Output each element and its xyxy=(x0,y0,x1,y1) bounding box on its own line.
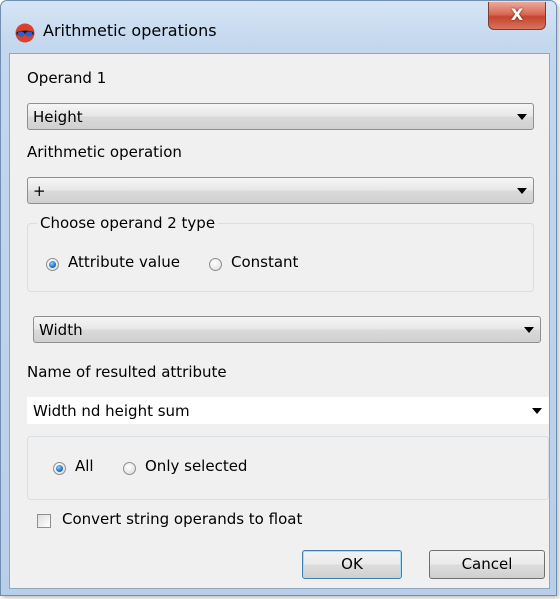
operation-select[interactable]: + xyxy=(27,177,534,204)
operand2-type-group: Choose operand 2 type Attribute value Co… xyxy=(27,214,534,292)
operand1-select[interactable]: Height xyxy=(27,103,534,130)
operand2-value: Width xyxy=(39,321,83,339)
operand1-value: Height xyxy=(33,108,83,126)
constant-radio[interactable] xyxy=(209,258,222,271)
chevron-down-icon[interactable] xyxy=(532,408,542,414)
attribute-value-label[interactable]: Attribute value xyxy=(68,253,180,271)
operation-label: Arithmetic operation xyxy=(27,143,182,161)
result-attribute-label: Name of resulted attribute xyxy=(27,363,227,381)
title-bar[interactable]: Arithmetic operations X xyxy=(1,1,556,53)
scope-group: All Only selected xyxy=(27,436,549,500)
all-label[interactable]: All xyxy=(75,457,94,475)
result-attribute-value[interactable]: Width nd height sum xyxy=(33,402,190,420)
convert-float-label[interactable]: Convert string operands to float xyxy=(62,510,302,528)
result-attribute-combo[interactable]: Width nd height sum xyxy=(27,397,549,424)
operand2-select[interactable]: Width xyxy=(33,316,541,343)
only-selected-radio[interactable] xyxy=(123,462,136,475)
operation-value: + xyxy=(33,182,46,200)
all-radio[interactable] xyxy=(53,462,66,475)
chevron-down-icon xyxy=(517,188,527,194)
operand2-type-title: Choose operand 2 type xyxy=(37,214,219,232)
attribute-value-radio[interactable] xyxy=(46,258,59,271)
constant-label[interactable]: Constant xyxy=(231,253,298,271)
window-title: Arithmetic operations xyxy=(43,21,217,40)
chevron-down-icon xyxy=(517,114,527,120)
dialog-window: Arithmetic operations X Operand 1 Height… xyxy=(0,0,557,596)
chevron-down-icon xyxy=(524,327,534,333)
3d-glasses-icon xyxy=(15,23,35,43)
dialog-body: Operand 1 Height Arithmetic operation + … xyxy=(9,53,550,589)
operand1-label: Operand 1 xyxy=(27,69,107,87)
only-selected-label[interactable]: Only selected xyxy=(145,457,247,475)
cancel-button[interactable]: Cancel xyxy=(429,550,545,579)
convert-float-checkbox[interactable] xyxy=(37,514,51,528)
ok-button[interactable]: OK xyxy=(302,550,402,579)
close-button[interactable]: X xyxy=(488,2,546,30)
